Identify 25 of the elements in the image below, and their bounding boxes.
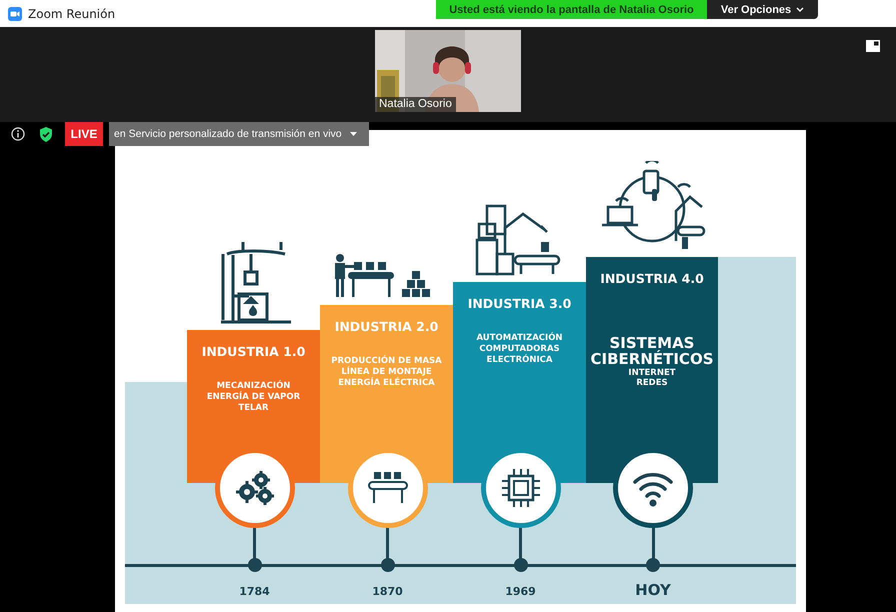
stage-title: INDUSTRIA 4.0	[600, 271, 704, 286]
year-label: 1969	[504, 585, 537, 598]
stage-title: INDUSTRIA 1.0	[202, 344, 306, 359]
participant-name: Natalia Osorio	[375, 97, 456, 112]
stream-service-dropdown[interactable]: en Servicio personalizado de transmisión en vivo	[109, 122, 369, 146]
shield-icon[interactable]	[39, 126, 53, 142]
video-camera-icon	[8, 6, 22, 20]
caret-icon	[796, 6, 804, 12]
stage-title: INDUSTRIA 3.0	[468, 296, 572, 311]
options-button[interactable]: Ver Opciones	[707, 0, 818, 19]
share-notice: Usted está viendo la pantalla de Natalia Osorio	[436, 0, 707, 19]
caret-icon	[350, 132, 357, 136]
year-label: 1784	[238, 585, 271, 598]
stage-description: AUTOMATIZACIÓN COMPUTADORAS ELECTRÓNICA	[476, 333, 563, 366]
stage-description: INTERNET REDES	[628, 368, 676, 388]
info-icon[interactable]	[11, 127, 25, 141]
stage-title: INDUSTRIA 2.0	[334, 319, 438, 334]
stage-description: MECANIZACIÓN ENERGÍA DE VAPOR TELAR	[206, 381, 300, 414]
year-label: 1870	[371, 585, 404, 598]
stage-description: PRODUCCIÓN DE MASA LÍNEA DE MONTAJE ENERGÍA ELÉCTRICA	[331, 356, 442, 390]
stage-headline: SISTEMAS CIBERNÉTICOS	[590, 336, 714, 368]
live-badge: LIVE	[65, 122, 103, 146]
layout-icon[interactable]	[866, 40, 880, 52]
window-title: Zoom Reunión	[28, 6, 116, 20]
year-label: HOY	[634, 581, 672, 599]
